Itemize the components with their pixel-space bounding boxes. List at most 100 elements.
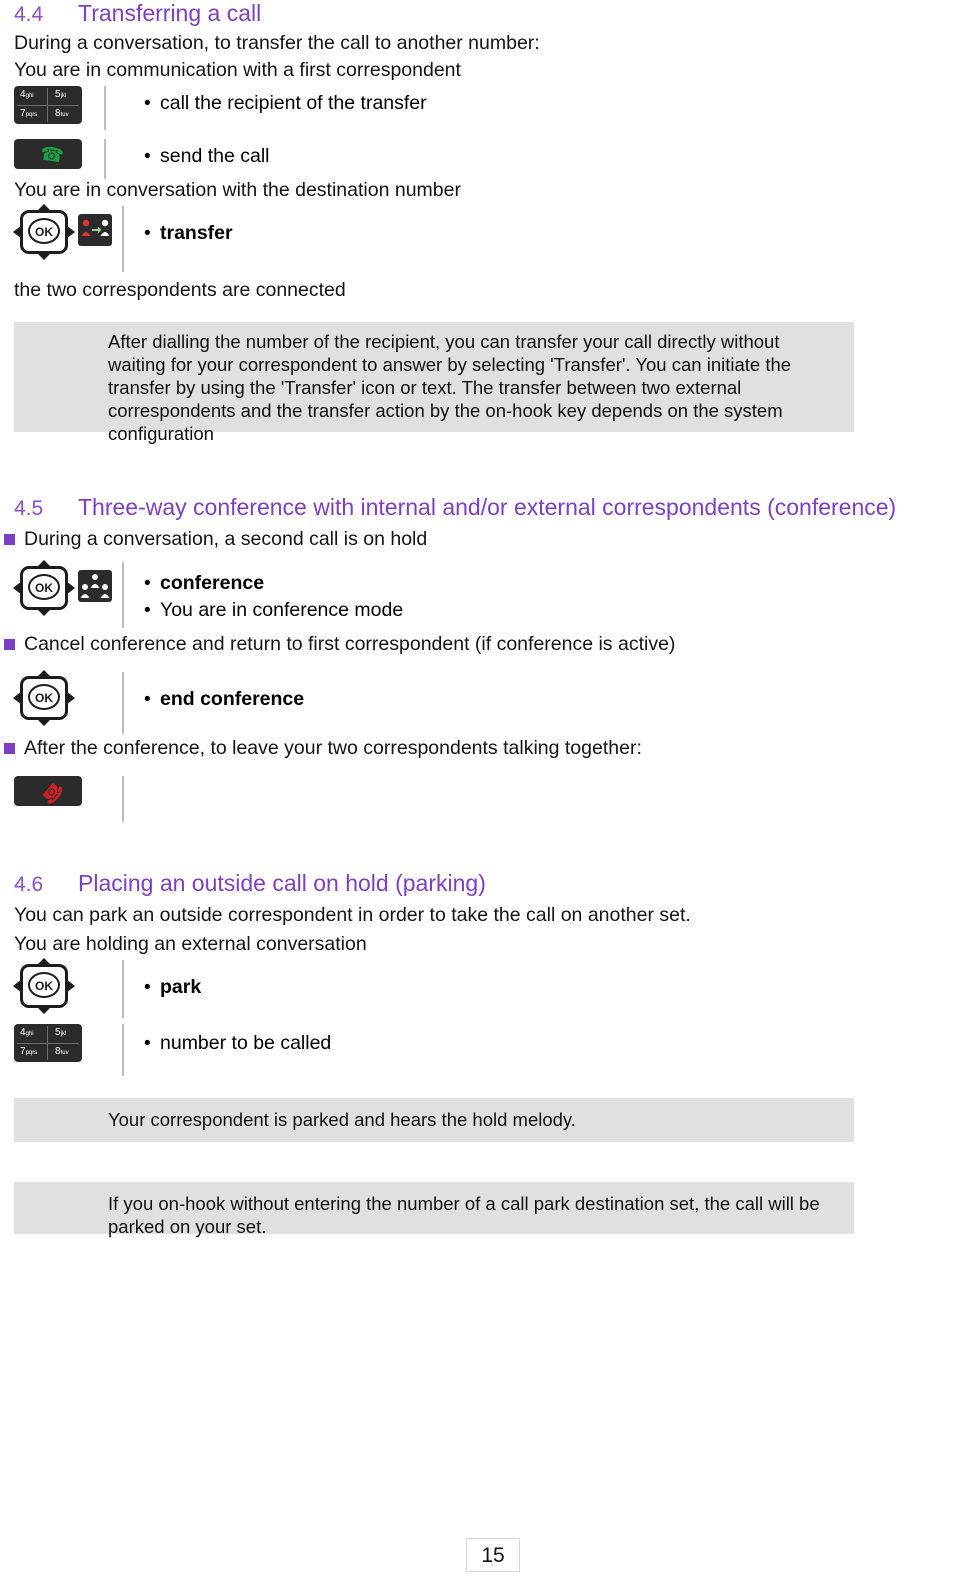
step-on-hook: ☎ [0,776,900,822]
step-label: send the call [160,145,270,167]
step-label: conference [160,572,265,594]
bullet-label: Cancel conference and return to first co… [24,633,676,655]
step-icon-cell: OK [0,204,122,260]
step-icon-cell: ☎ [0,776,122,809]
bullet-label: During a conversation, a second call is … [24,528,428,550]
keypad-key-5: 5jkl [55,89,67,100]
square-bullet-icon [4,534,15,545]
bullet-dot-icon: • [144,689,151,710]
keypad-key-4: 4ghi [20,1027,34,1038]
section-4-5-bullet-2: Cancel conference and return to first co… [4,632,675,657]
step-label: number to be called [160,1032,332,1054]
navigator-ok-icon: OK [13,670,75,726]
section-number: 4.6 [14,873,44,896]
step-bullet: • number to be called [144,1030,331,1057]
section-number: 4.4 [14,3,44,26]
step-icon-cell: ☎ [0,139,104,169]
step-number-to-be-called: 4ghi 5jkl 7pqrs 8tuv • number to be call… [0,1024,900,1076]
keypad-key-5: 5jkl [55,1027,67,1038]
step-text-cell: • number to be called [124,1024,331,1057]
step-bullet-secondary: • You are in conference mode [144,597,403,624]
onhook-handset-icon: ☎ [14,776,82,809]
bullet-dot-icon: • [144,146,151,167]
bullet-dot-icon: • [144,1033,151,1054]
section-4-4-after-text: the two correspondents are connected [14,279,346,301]
step-icon-cell: OK [0,670,122,726]
step-bullet: • end conference [144,686,304,713]
step-text-cell [124,776,162,780]
section-heading-4-5: 4.5 Three-way conference with internal a… [14,494,896,521]
step-divider [122,776,124,822]
note-box-parked-melody: Your correspondent is parked and hears t… [14,1098,854,1142]
square-bullet-icon [4,743,15,754]
step-icon-cell: 4ghi 5jkl 7pqrs 8tuv [0,86,104,124]
step-transfer: OK • transfer [0,204,900,272]
step-label: park [160,976,202,998]
step-icon-cell: OK [0,560,122,616]
section-4-4-intro-2: You are in communication with a first co… [14,59,461,81]
navigator-ok-icon: OK [13,204,75,260]
note-box-transfer: After dialling the number of the recipie… [14,322,854,444]
step-icon-cell: OK [0,958,122,1014]
keypad-key-4: 4ghi [20,89,34,100]
handset-glyph: ☎ [36,776,68,809]
section-number: 4.5 [14,497,44,520]
document-page: 4.4 Transferring a call During a convers… [0,0,962,1578]
offhook-handset-icon: ☎ [14,139,82,169]
section-title: Placing an outside call on hold (parking… [78,870,486,896]
keypad-icon: 4ghi 5jkl 7pqrs 8tuv [14,1024,82,1062]
section-4-5-bullet-1: During a conversation, a second call is … [4,527,427,552]
step-label-secondary: You are in conference mode [160,599,404,621]
step-conference: OK • conference • You are in conference … [0,560,900,628]
bullet-dot-icon: • [144,573,151,594]
keypad-key-8: 8tuv [55,108,69,119]
step-bullet: • call the recipient of the transfer [144,90,427,117]
handset-glyph: ☎ [38,143,66,168]
step-icon-cell: 4ghi 5jkl 7pqrs 8tuv [0,1024,122,1062]
step-call-recipient: 4ghi 5jkl 7pqrs 8tuv • call the recipien… [0,86,900,130]
section-4-6-intro-2: You are holding an external conversation [14,933,367,955]
page-number: 15 [466,1538,520,1572]
step-end-conference: OK • end conference [0,670,900,734]
ok-label: OK [28,972,60,998]
step-send-call: ☎ • send the call [0,139,900,183]
step-text-cell: • transfer [124,206,233,247]
section-4-4-mid-text: You are in conversation with the destina… [14,179,461,201]
bullet-dot-icon: • [144,93,151,114]
step-bullet: • send the call [144,143,270,170]
section-heading-4-6: 4.6 Placing an outside call on hold (par… [14,870,486,897]
transfer-glyph-icon [78,214,112,246]
step-label: end conference [160,688,305,710]
step-text-cell: • end conference [124,672,304,713]
ok-label: OK [28,684,60,710]
navigator-ok-icon: OK [13,560,75,616]
section-title: Three-way conference with internal and/o… [78,494,897,520]
step-text-cell: • send the call [106,139,270,170]
navigator-ok-icon: OK [13,958,75,1014]
bullet-dot-icon: • [144,223,151,244]
bullet-label: After the conference, to leave your two … [24,737,642,759]
section-4-4-intro-1: During a conversation, to transfer the c… [14,32,540,54]
section-4-5-bullet-3: After the conference, to leave your two … [4,736,642,761]
step-text-cell: • park [124,960,201,1001]
conference-glyph-icon [78,570,112,602]
note-text: Your correspondent is parked and hears t… [108,1109,576,1130]
step-bullet: • park [144,974,201,1001]
ok-label: OK [28,574,60,600]
bullet-dot-icon: • [144,977,151,998]
keypad-key-8: 8tuv [55,1046,69,1057]
keypad-key-7: 7pqrs [20,1046,38,1057]
step-label: transfer [160,222,233,244]
step-park: OK • park [0,958,900,1018]
section-4-6-intro-1: You can park an outside correspondent in… [14,904,691,926]
step-bullet: • transfer [144,220,233,247]
square-bullet-icon [4,639,15,650]
step-text-cell: • conference • You are in conference mod… [124,562,403,624]
section-title: Transferring a call [78,0,262,26]
note-text: After dialling the number of the recipie… [108,331,792,444]
step-label: call the recipient of the transfer [160,92,427,114]
note-box-on-hook-park: If you on-hook without entering the numb… [14,1182,854,1237]
step-bullet: • conference [144,570,403,597]
ok-label: OK [28,218,60,244]
section-heading-4-4: 4.4 Transferring a call [14,0,261,27]
